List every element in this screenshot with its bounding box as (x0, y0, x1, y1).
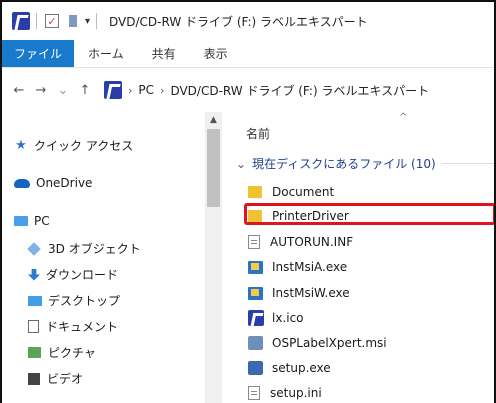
chevron-down-icon: ⌄ (236, 156, 247, 171)
nav-scrollbar[interactable]: ▲ (205, 112, 222, 403)
navigation-pane: ★ クイック アクセス OneDrive PC 3D オブジェクト ダウンロード… (2, 112, 220, 403)
document-icon (28, 320, 39, 333)
forward-arrow-icon[interactable]: → (30, 83, 52, 98)
installer-icon (248, 286, 263, 300)
file-name: lx.ico (272, 311, 304, 325)
nav-item-label: ビデオ (47, 372, 84, 386)
group-divider (441, 163, 494, 164)
star-icon: ★ (15, 138, 27, 153)
tab-share[interactable]: 共有 (138, 40, 190, 67)
drive-label-expert-icon (104, 81, 122, 99)
pc-icon (14, 216, 28, 226)
title-bar: ✓ ▾ DVD/CD-RW ドライブ (F:) ラベルエキスパート (2, 2, 494, 40)
setup-icon (248, 361, 263, 375)
title-divider (36, 13, 37, 29)
recent-locations-icon[interactable]: ⌄ (52, 83, 74, 98)
nav-item-onedrive[interactable]: OneDrive (14, 176, 92, 190)
file-row-lx-ico[interactable]: lx.ico (248, 308, 304, 328)
file-name: Document (272, 185, 335, 199)
nav-item-videos[interactable]: ビデオ (28, 370, 83, 387)
file-row-autorun[interactable]: AUTORUN.INF (248, 232, 353, 252)
nav-item-downloads[interactable]: ダウンロード (28, 266, 118, 283)
scroll-up-icon[interactable]: ▲ (205, 112, 222, 128)
breadcrumb-drive[interactable]: DVD/CD-RW ドライブ (F:) ラベルエキスパート (170, 82, 429, 99)
video-icon (28, 372, 40, 385)
label-expert-app-icon (12, 12, 30, 30)
ribbon-tabs: ファイル ホーム 共有 表示 (2, 40, 494, 68)
sort-caret-icon: ^ (399, 112, 408, 123)
pictures-icon (28, 347, 41, 358)
window-title: DVD/CD-RW ドライブ (F:) ラベルエキスパート (109, 14, 368, 29)
nav-item-3d-objects[interactable]: 3D オブジェクト (27, 240, 141, 257)
nav-item-label: ドキュメント (46, 320, 119, 334)
up-arrow-icon[interactable]: ↑ (74, 83, 96, 98)
3d-objects-icon (27, 241, 41, 256)
scroll-thumb[interactable] (207, 129, 220, 207)
nav-item-desktop[interactable]: デスクトップ (28, 292, 120, 309)
file-name: OSPLabelXpert.msi (272, 336, 387, 350)
file-row-instmsia[interactable]: InstMsiA.exe (248, 257, 347, 277)
nav-item-label: デスクトップ (48, 294, 121, 308)
file-name: InstMsiA.exe (272, 260, 348, 274)
explorer-window: ✓ ▾ DVD/CD-RW ドライブ (F:) ラベルエキスパート ファイル ホ… (0, 0, 496, 403)
download-icon (28, 268, 40, 281)
properties-check-icon[interactable]: ✓ (45, 14, 59, 28)
tab-home[interactable]: ホーム (74, 40, 138, 67)
breadcrumb-pc[interactable]: PC (138, 83, 154, 97)
file-row-osplabelxpert[interactable]: OSPLabelXpert.msi (248, 333, 387, 353)
column-header-name[interactable]: 名前 (246, 125, 270, 142)
printerdriver-highlight-box (244, 203, 494, 225)
nav-item-quick-access[interactable]: ★ クイック アクセス (14, 137, 133, 154)
nav-item-label: ピクチャ (48, 346, 96, 360)
nav-item-label: ダウンロード (46, 268, 119, 282)
cloud-icon (14, 178, 30, 188)
quick-access-dropdown-icon[interactable]: ▾ (85, 16, 90, 27)
file-name: AUTORUN.INF (270, 235, 354, 249)
file-row-document[interactable]: Document (248, 182, 334, 202)
label-expert-icon (248, 310, 264, 326)
back-arrow-icon[interactable]: ← (8, 83, 30, 98)
installer-icon (248, 260, 263, 274)
folder-icon (248, 186, 262, 198)
package-icon (248, 336, 263, 350)
nav-item-label: PC (34, 214, 50, 228)
title-divider (96, 13, 98, 29)
breadcrumb-separator: › (128, 83, 133, 97)
tab-view[interactable]: 表示 (190, 40, 242, 67)
nav-item-pictures[interactable]: ピクチャ (28, 344, 96, 361)
group-header[interactable]: ⌄ 現在ディスクにあるファイル (10) (236, 155, 494, 172)
address-bar: ← → ⌄ ↑ › PC › DVD/CD-RW ドライブ (F:) ラベルエキ… (2, 72, 494, 108)
breadcrumb-separator: › (160, 83, 165, 97)
nav-item-pc[interactable]: PC (14, 214, 50, 228)
desktop-icon (28, 295, 42, 306)
tab-file[interactable]: ファイル (2, 40, 75, 67)
new-folder-icon[interactable] (69, 15, 77, 27)
file-icon (248, 386, 260, 400)
nav-item-label: 3D オブジェクト (48, 242, 141, 256)
nav-item-label: OneDrive (36, 176, 93, 190)
nav-item-documents[interactable]: ドキュメント (28, 318, 118, 335)
file-name: setup.ini (270, 386, 322, 400)
file-icon (248, 235, 260, 249)
file-row-setup-ini[interactable]: setup.ini (248, 383, 322, 403)
file-row-setup-exe[interactable]: setup.exe (248, 358, 331, 378)
file-list-pane: ^ 名前 ⌄ 現在ディスクにあるファイル (10) Document Print… (224, 112, 494, 403)
file-name: InstMsiW.exe (272, 286, 350, 300)
nav-item-label: クイック アクセス (34, 139, 134, 153)
file-row-instmsiw[interactable]: InstMsiW.exe (248, 283, 350, 303)
file-name: setup.exe (272, 361, 331, 375)
group-label: 現在ディスクにあるファイル (10) (252, 157, 436, 171)
